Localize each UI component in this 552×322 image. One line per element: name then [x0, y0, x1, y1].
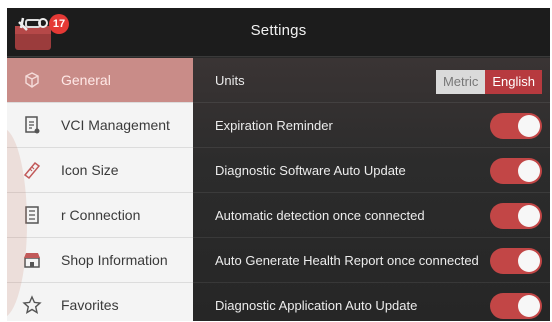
- setting-row: Auto Generate Health Report once connect…: [193, 238, 550, 283]
- sidebar-item-label: Icon Size: [61, 162, 119, 178]
- units-row: Units Metric English: [193, 58, 550, 103]
- application-auto-update-toggle[interactable]: [490, 293, 542, 319]
- units-option-metric[interactable]: Metric: [435, 70, 486, 94]
- setting-label: Diagnostic Application Auto Update: [215, 298, 418, 313]
- toggle-knob: [518, 205, 540, 227]
- sidebar-item-connection[interactable]: r Connection: [7, 193, 193, 238]
- setting-row: Diagnostic Application Auto Update: [193, 283, 550, 321]
- sidebar-item-icon-size[interactable]: Icon Size: [7, 148, 193, 193]
- ruler-icon: [20, 158, 44, 182]
- sidebar-item-label: General: [61, 72, 111, 88]
- sidebar-item-vci-management[interactable]: VCI Management: [7, 103, 193, 148]
- sidebar-item-shop-information[interactable]: Shop Information: [7, 238, 193, 283]
- units-segmented-control: Metric English: [435, 70, 542, 94]
- star-icon: [20, 293, 44, 317]
- units-option-english[interactable]: English: [485, 70, 542, 94]
- setting-row: Diagnostic Software Auto Update: [193, 148, 550, 193]
- sidebar-item-favorites[interactable]: Favorites: [7, 283, 193, 321]
- sidebar-item-general[interactable]: General: [7, 58, 193, 103]
- setting-label: Expiration Reminder: [215, 118, 333, 133]
- sidebar-item-label: Shop Information: [61, 252, 168, 268]
- setting-label: Auto Generate Health Report once connect…: [215, 253, 479, 268]
- sidebar-item-label: Favorites: [61, 297, 119, 313]
- health-report-toggle[interactable]: [490, 248, 542, 274]
- settings-panel: Units Metric English Expiration Reminder…: [193, 58, 550, 321]
- expiration-reminder-toggle[interactable]: [490, 113, 542, 139]
- sidebar-item-label: VCI Management: [61, 117, 170, 133]
- shop-icon: [20, 248, 44, 272]
- list-icon: [20, 203, 44, 227]
- auto-detection-toggle[interactable]: [490, 203, 542, 229]
- sidebar-item-label: r Connection: [61, 207, 141, 223]
- software-auto-update-toggle[interactable]: [490, 158, 542, 184]
- toggle-knob: [518, 250, 540, 272]
- toggle-knob: [518, 295, 540, 317]
- setting-row: Expiration Reminder: [193, 103, 550, 148]
- sidebar: General VCI Management Icon Size r Conne…: [7, 58, 193, 321]
- header-bar: 17 Settings: [7, 8, 550, 57]
- app-window: 17 Settings General VCI Management Icon …: [7, 8, 550, 321]
- setting-label: Automatic detection once connected: [215, 208, 425, 223]
- setting-row: Automatic detection once connected: [193, 193, 550, 238]
- page-title: Settings: [250, 22, 307, 39]
- setting-label: Diagnostic Software Auto Update: [215, 163, 406, 178]
- toggle-knob: [518, 115, 540, 137]
- cube-icon: [20, 68, 44, 92]
- toggle-knob: [518, 160, 540, 182]
- document-icon: [20, 113, 44, 137]
